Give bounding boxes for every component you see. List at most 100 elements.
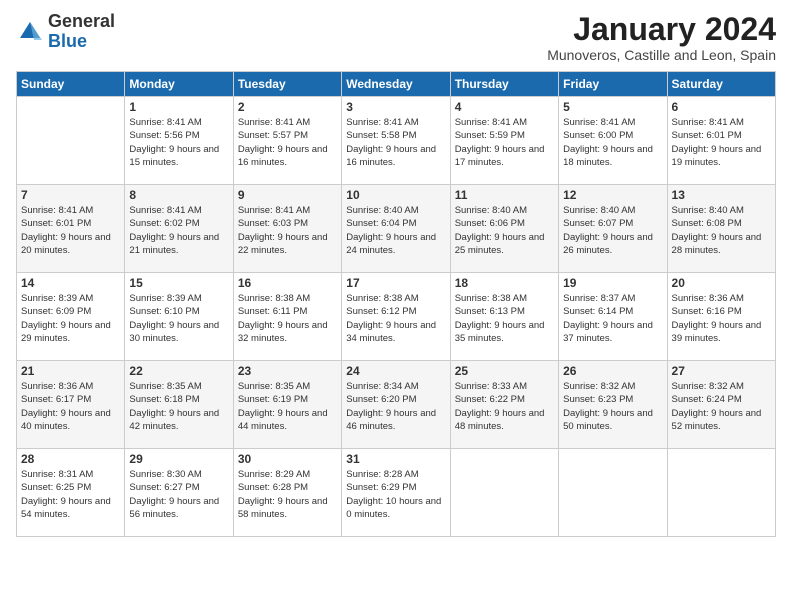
col-saturday: Saturday bbox=[667, 72, 775, 97]
logo: General Blue bbox=[16, 12, 115, 52]
day-number: 12 bbox=[563, 188, 662, 202]
day-number: 14 bbox=[21, 276, 120, 290]
day-cell-0-6: 6 Sunrise: 8:41 AM Sunset: 6:01 PM Dayli… bbox=[667, 97, 775, 185]
day-number: 7 bbox=[21, 188, 120, 202]
day-number: 1 bbox=[129, 100, 228, 114]
day-info: Sunrise: 8:41 AM Sunset: 5:57 PM Dayligh… bbox=[238, 116, 337, 169]
day-number: 19 bbox=[563, 276, 662, 290]
day-info: Sunrise: 8:39 AM Sunset: 6:09 PM Dayligh… bbox=[21, 292, 120, 345]
day-info: Sunrise: 8:41 AM Sunset: 5:56 PM Dayligh… bbox=[129, 116, 228, 169]
day-cell-0-1: 1 Sunrise: 8:41 AM Sunset: 5:56 PM Dayli… bbox=[125, 97, 233, 185]
day-number: 27 bbox=[672, 364, 771, 378]
day-number: 6 bbox=[672, 100, 771, 114]
day-cell-2-4: 18 Sunrise: 8:38 AM Sunset: 6:13 PM Dayl… bbox=[450, 273, 558, 361]
day-number: 8 bbox=[129, 188, 228, 202]
week-row-4: 21 Sunrise: 8:36 AM Sunset: 6:17 PM Dayl… bbox=[17, 361, 776, 449]
day-cell-3-5: 26 Sunrise: 8:32 AM Sunset: 6:23 PM Dayl… bbox=[559, 361, 667, 449]
col-monday: Monday bbox=[125, 72, 233, 97]
logo-general-label: General bbox=[48, 12, 115, 32]
day-number: 26 bbox=[563, 364, 662, 378]
day-info: Sunrise: 8:35 AM Sunset: 6:18 PM Dayligh… bbox=[129, 380, 228, 433]
title-block: January 2024 Munoveros, Castille and Leo… bbox=[547, 12, 776, 63]
day-cell-0-4: 4 Sunrise: 8:41 AM Sunset: 5:59 PM Dayli… bbox=[450, 97, 558, 185]
day-number: 20 bbox=[672, 276, 771, 290]
logo-text: General Blue bbox=[48, 12, 115, 52]
logo-blue-label: Blue bbox=[48, 32, 115, 52]
day-info: Sunrise: 8:41 AM Sunset: 6:02 PM Dayligh… bbox=[129, 204, 228, 257]
day-number: 5 bbox=[563, 100, 662, 114]
location-subtitle: Munoveros, Castille and Leon, Spain bbox=[547, 47, 776, 63]
day-number: 17 bbox=[346, 276, 445, 290]
day-info: Sunrise: 8:36 AM Sunset: 6:17 PM Dayligh… bbox=[21, 380, 120, 433]
day-number: 29 bbox=[129, 452, 228, 466]
day-info: Sunrise: 8:30 AM Sunset: 6:27 PM Dayligh… bbox=[129, 468, 228, 521]
day-info: Sunrise: 8:32 AM Sunset: 6:23 PM Dayligh… bbox=[563, 380, 662, 433]
day-number: 25 bbox=[455, 364, 554, 378]
day-info: Sunrise: 8:41 AM Sunset: 6:01 PM Dayligh… bbox=[672, 116, 771, 169]
day-info: Sunrise: 8:33 AM Sunset: 6:22 PM Dayligh… bbox=[455, 380, 554, 433]
day-cell-0-5: 5 Sunrise: 8:41 AM Sunset: 6:00 PM Dayli… bbox=[559, 97, 667, 185]
day-info: Sunrise: 8:40 AM Sunset: 6:07 PM Dayligh… bbox=[563, 204, 662, 257]
day-cell-3-4: 25 Sunrise: 8:33 AM Sunset: 6:22 PM Dayl… bbox=[450, 361, 558, 449]
day-info: Sunrise: 8:41 AM Sunset: 5:58 PM Dayligh… bbox=[346, 116, 445, 169]
col-friday: Friday bbox=[559, 72, 667, 97]
day-cell-2-6: 20 Sunrise: 8:36 AM Sunset: 6:16 PM Dayl… bbox=[667, 273, 775, 361]
col-tuesday: Tuesday bbox=[233, 72, 341, 97]
day-info: Sunrise: 8:37 AM Sunset: 6:14 PM Dayligh… bbox=[563, 292, 662, 345]
day-info: Sunrise: 8:41 AM Sunset: 5:59 PM Dayligh… bbox=[455, 116, 554, 169]
day-cell-4-5 bbox=[559, 449, 667, 537]
day-number: 2 bbox=[238, 100, 337, 114]
day-cell-4-1: 29 Sunrise: 8:30 AM Sunset: 6:27 PM Dayl… bbox=[125, 449, 233, 537]
day-cell-2-2: 16 Sunrise: 8:38 AM Sunset: 6:11 PM Dayl… bbox=[233, 273, 341, 361]
day-info: Sunrise: 8:38 AM Sunset: 6:12 PM Dayligh… bbox=[346, 292, 445, 345]
day-cell-4-2: 30 Sunrise: 8:29 AM Sunset: 6:28 PM Dayl… bbox=[233, 449, 341, 537]
day-number: 21 bbox=[21, 364, 120, 378]
day-cell-4-0: 28 Sunrise: 8:31 AM Sunset: 6:25 PM Dayl… bbox=[17, 449, 125, 537]
day-number: 24 bbox=[346, 364, 445, 378]
day-info: Sunrise: 8:29 AM Sunset: 6:28 PM Dayligh… bbox=[238, 468, 337, 521]
logo-icon bbox=[16, 18, 44, 46]
page: General Blue January 2024 Munoveros, Cas… bbox=[0, 0, 792, 612]
day-info: Sunrise: 8:28 AM Sunset: 6:29 PM Dayligh… bbox=[346, 468, 445, 521]
day-cell-1-0: 7 Sunrise: 8:41 AM Sunset: 6:01 PM Dayli… bbox=[17, 185, 125, 273]
day-cell-2-1: 15 Sunrise: 8:39 AM Sunset: 6:10 PM Dayl… bbox=[125, 273, 233, 361]
day-number: 10 bbox=[346, 188, 445, 202]
day-cell-1-4: 11 Sunrise: 8:40 AM Sunset: 6:06 PM Dayl… bbox=[450, 185, 558, 273]
day-number: 15 bbox=[129, 276, 228, 290]
col-wednesday: Wednesday bbox=[342, 72, 450, 97]
day-info: Sunrise: 8:40 AM Sunset: 6:08 PM Dayligh… bbox=[672, 204, 771, 257]
col-thursday: Thursday bbox=[450, 72, 558, 97]
day-info: Sunrise: 8:41 AM Sunset: 6:00 PM Dayligh… bbox=[563, 116, 662, 169]
day-cell-4-4 bbox=[450, 449, 558, 537]
day-info: Sunrise: 8:35 AM Sunset: 6:19 PM Dayligh… bbox=[238, 380, 337, 433]
day-cell-2-0: 14 Sunrise: 8:39 AM Sunset: 6:09 PM Dayl… bbox=[17, 273, 125, 361]
day-info: Sunrise: 8:40 AM Sunset: 6:04 PM Dayligh… bbox=[346, 204, 445, 257]
day-number: 9 bbox=[238, 188, 337, 202]
day-info: Sunrise: 8:31 AM Sunset: 6:25 PM Dayligh… bbox=[21, 468, 120, 521]
day-number: 4 bbox=[455, 100, 554, 114]
day-info: Sunrise: 8:41 AM Sunset: 6:01 PM Dayligh… bbox=[21, 204, 120, 257]
day-cell-3-6: 27 Sunrise: 8:32 AM Sunset: 6:24 PM Dayl… bbox=[667, 361, 775, 449]
week-row-5: 28 Sunrise: 8:31 AM Sunset: 6:25 PM Dayl… bbox=[17, 449, 776, 537]
day-info: Sunrise: 8:38 AM Sunset: 6:11 PM Dayligh… bbox=[238, 292, 337, 345]
week-row-1: 1 Sunrise: 8:41 AM Sunset: 5:56 PM Dayli… bbox=[17, 97, 776, 185]
calendar-header-row: Sunday Monday Tuesday Wednesday Thursday… bbox=[17, 72, 776, 97]
day-cell-2-3: 17 Sunrise: 8:38 AM Sunset: 6:12 PM Dayl… bbox=[342, 273, 450, 361]
day-cell-1-1: 8 Sunrise: 8:41 AM Sunset: 6:02 PM Dayli… bbox=[125, 185, 233, 273]
day-info: Sunrise: 8:41 AM Sunset: 6:03 PM Dayligh… bbox=[238, 204, 337, 257]
day-number: 13 bbox=[672, 188, 771, 202]
day-number: 30 bbox=[238, 452, 337, 466]
day-cell-3-3: 24 Sunrise: 8:34 AM Sunset: 6:20 PM Dayl… bbox=[342, 361, 450, 449]
week-row-3: 14 Sunrise: 8:39 AM Sunset: 6:09 PM Dayl… bbox=[17, 273, 776, 361]
day-info: Sunrise: 8:32 AM Sunset: 6:24 PM Dayligh… bbox=[672, 380, 771, 433]
day-cell-3-1: 22 Sunrise: 8:35 AM Sunset: 6:18 PM Dayl… bbox=[125, 361, 233, 449]
day-number: 3 bbox=[346, 100, 445, 114]
day-cell-4-6 bbox=[667, 449, 775, 537]
day-number: 16 bbox=[238, 276, 337, 290]
day-number: 11 bbox=[455, 188, 554, 202]
header: General Blue January 2024 Munoveros, Cas… bbox=[16, 12, 776, 63]
day-number: 23 bbox=[238, 364, 337, 378]
day-cell-3-2: 23 Sunrise: 8:35 AM Sunset: 6:19 PM Dayl… bbox=[233, 361, 341, 449]
day-info: Sunrise: 8:36 AM Sunset: 6:16 PM Dayligh… bbox=[672, 292, 771, 345]
day-info: Sunrise: 8:34 AM Sunset: 6:20 PM Dayligh… bbox=[346, 380, 445, 433]
